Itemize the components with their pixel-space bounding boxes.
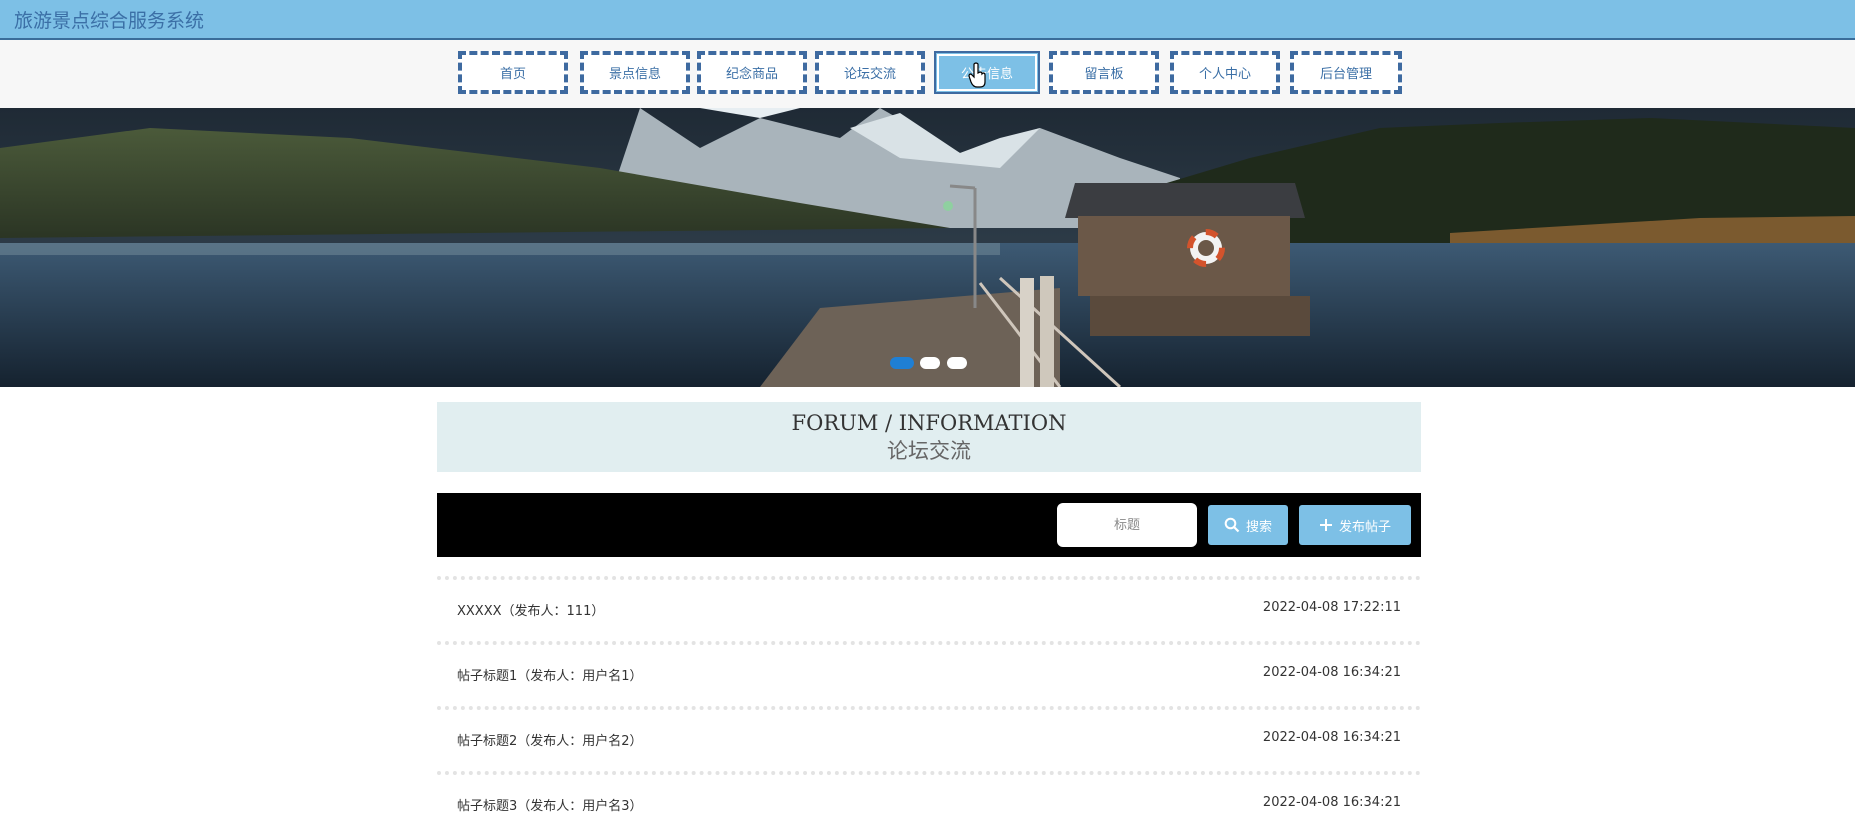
top-header-bar: 旅游景点综合服务系统 [0, 0, 1855, 40]
nav-item-personal-center[interactable]: 个人中心 [1170, 51, 1280, 94]
nav-item-souvenirs[interactable]: 纪念商品 [697, 51, 807, 94]
post-date: 2022-04-08 16:34:21 [1262, 795, 1401, 810]
search-button[interactable]: 搜索 [1208, 505, 1288, 545]
nav-item-home[interactable]: 首页 [458, 51, 568, 94]
post-row[interactable]: XXXXX（发布人：111） 2022-04-08 17:22:11 [437, 576, 1421, 641]
post-title[interactable]: 帖子标题2（发布人：用户名2） [457, 730, 643, 749]
search-button-label: 搜索 [1245, 519, 1272, 535]
site-title: 旅游景点综合服务系统 [14, 10, 205, 32]
post-list: XXXXX（发布人：111） 2022-04-08 17:22:11 帖子标题1… [437, 576, 1421, 836]
publish-button-label: 发布帖子 [1338, 519, 1391, 535]
section-header: FORUM / INFORMATION 论坛交流 [437, 402, 1421, 472]
post-title[interactable]: 帖子标题1（发布人：用户名1） [457, 665, 643, 684]
nav-item-forum[interactable]: 论坛交流 [815, 51, 925, 94]
post-row[interactable]: 帖子标题3（发布人：用户名3） 2022-04-08 16:34:21 [437, 771, 1421, 836]
nav-item-admin[interactable]: 后台管理 [1290, 51, 1402, 94]
carousel-dot-3[interactable] [947, 357, 967, 369]
search-toolbar: 搜索 发布帖子 [437, 493, 1421, 557]
post-date: 2022-04-08 16:34:21 [1262, 730, 1401, 745]
nav-item-scenic-info[interactable]: 景点信息 [580, 51, 690, 94]
post-row[interactable]: 帖子标题2（发布人：用户名2） 2022-04-08 16:34:21 [437, 706, 1421, 771]
section-title-en: FORUM / INFORMATION [791, 411, 1067, 435]
post-title[interactable]: XXXXX（发布人：111） [457, 600, 604, 619]
post-date: 2022-04-08 16:34:21 [1262, 665, 1401, 680]
main-nav: 首页 景点信息 纪念商品 论坛交流 公告信息 留言板 个人中心 后台管理 [0, 40, 1855, 108]
post-title[interactable]: 帖子标题3（发布人：用户名3） [457, 795, 643, 814]
title-search-input[interactable] [1057, 503, 1197, 547]
lake-pier-photo [0, 108, 1855, 387]
nav-item-message-board[interactable]: 留言板 [1049, 51, 1159, 94]
plus-icon [1319, 519, 1332, 531]
section-title-cn: 论坛交流 [887, 439, 971, 463]
post-date: 2022-04-08 17:22:11 [1262, 600, 1401, 615]
carousel-dot-1[interactable] [890, 357, 914, 369]
post-row[interactable]: 帖子标题1（发布人：用户名1） 2022-04-08 16:34:21 [437, 641, 1421, 706]
carousel-indicators [890, 357, 1000, 371]
hero-banner [0, 108, 1855, 387]
nav-item-announcements[interactable]: 公告信息 [934, 51, 1040, 94]
carousel-dot-2[interactable] [920, 357, 940, 369]
search-icon [1224, 517, 1240, 533]
publish-post-button[interactable]: 发布帖子 [1299, 505, 1411, 545]
